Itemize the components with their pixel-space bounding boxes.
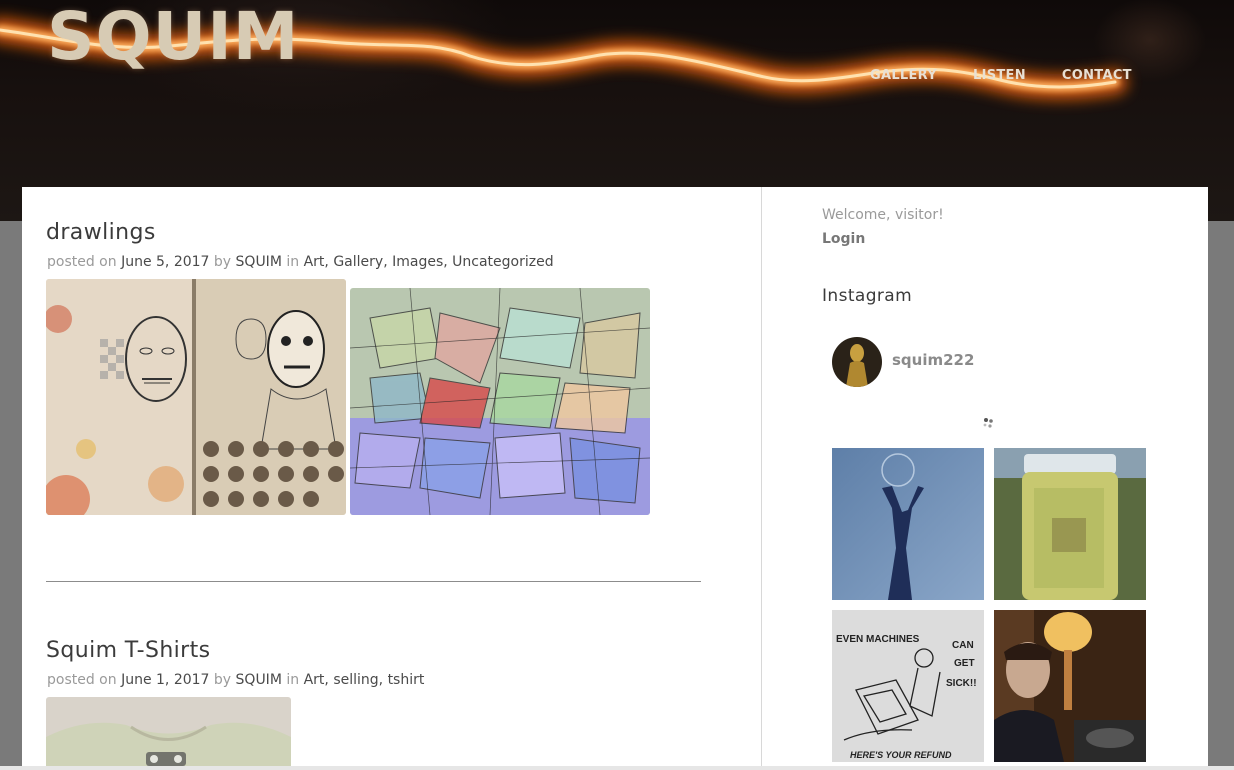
post-meta: posted on June 5, 2017 by SQUIM in Art, … bbox=[47, 254, 554, 270]
meta-by: by bbox=[213, 672, 232, 688]
meta-in: in bbox=[286, 672, 300, 688]
main-nav: GALLERY LISTEN CONTACT bbox=[870, 68, 1132, 83]
instagram-tile-1[interactable] bbox=[832, 448, 984, 600]
instagram-tile-4[interactable] bbox=[994, 610, 1146, 762]
instagram-tile-2[interactable] bbox=[994, 448, 1146, 600]
tile-text-machines: EVEN MACHINES bbox=[836, 634, 920, 645]
content-card: drawlings posted on June 5, 2017 by SQUI… bbox=[22, 187, 1208, 770]
instagram-heading: Instagram bbox=[822, 286, 913, 306]
category-link-art[interactable]: Art bbox=[304, 672, 325, 688]
tile-text-can: CAN bbox=[952, 640, 974, 651]
tile-text-get: GET bbox=[954, 658, 975, 669]
post-date-link[interactable]: June 5, 2017 bbox=[121, 254, 209, 270]
instagram-spinner-icon bbox=[983, 418, 993, 428]
category-link-tshirt[interactable]: tshirt bbox=[388, 672, 425, 688]
post-title-drawlings[interactable]: drawlings bbox=[46, 220, 156, 245]
instagram-username[interactable]: squim222 bbox=[892, 351, 974, 369]
instagram-avatar[interactable] bbox=[832, 337, 882, 387]
post-separator bbox=[46, 581, 701, 582]
post-title-tshirts[interactable]: Squim T-Shirts bbox=[46, 638, 211, 663]
jar-photo bbox=[994, 448, 1146, 600]
category-link-uncategorized[interactable]: Uncategorized bbox=[452, 254, 553, 270]
shadow-hands-photo bbox=[832, 448, 984, 600]
meta-posted-on: posted on bbox=[47, 254, 117, 270]
sidebar-divider bbox=[761, 187, 762, 770]
drawing-image-1[interactable] bbox=[46, 279, 346, 515]
tile-text-refund: HERE'S YOUR REFUND bbox=[850, 750, 952, 760]
drawing-faces-art bbox=[46, 279, 346, 515]
meta-in: in bbox=[286, 254, 300, 270]
machines-drawing-photo: EVEN MACHINES CAN GET SICK!! HERE'S YOUR… bbox=[832, 610, 984, 762]
category-link-gallery[interactable]: Gallery bbox=[333, 254, 383, 270]
meta-by: by bbox=[213, 254, 232, 270]
tshirt-photo bbox=[46, 697, 291, 770]
bottom-strip bbox=[0, 766, 1234, 770]
avatar-image bbox=[832, 337, 882, 387]
author-link[interactable]: SQUIM bbox=[236, 254, 282, 270]
tile-text-sick: SICK!! bbox=[946, 678, 977, 689]
nav-listen[interactable]: LISTEN bbox=[973, 68, 1026, 83]
category-link-images[interactable]: Images bbox=[392, 254, 443, 270]
author-link[interactable]: SQUIM bbox=[236, 672, 282, 688]
drawing-image-2[interactable] bbox=[350, 288, 650, 515]
nav-contact[interactable]: CONTACT bbox=[1062, 68, 1132, 83]
meta-posted-on: posted on bbox=[47, 672, 117, 688]
post-date-link[interactable]: June 1, 2017 bbox=[121, 672, 209, 688]
instagram-tile-3[interactable]: EVEN MACHINES CAN GET SICK!! HERE'S YOUR… bbox=[832, 610, 984, 762]
welcome-text: Welcome, visitor! bbox=[822, 207, 944, 223]
drawing-mosaic-art bbox=[350, 288, 650, 515]
post-meta: posted on June 1, 2017 by SQUIM in Art, … bbox=[47, 672, 425, 688]
site-title[interactable]: SQUIM bbox=[47, 0, 299, 75]
login-link[interactable]: Login bbox=[822, 231, 865, 247]
category-link-selling[interactable]: selling bbox=[333, 672, 378, 688]
category-link-art[interactable]: Art bbox=[304, 254, 325, 270]
portrait-photo bbox=[994, 610, 1146, 762]
nav-gallery[interactable]: GALLERY bbox=[870, 68, 937, 83]
tshirt-image[interactable] bbox=[46, 697, 291, 770]
